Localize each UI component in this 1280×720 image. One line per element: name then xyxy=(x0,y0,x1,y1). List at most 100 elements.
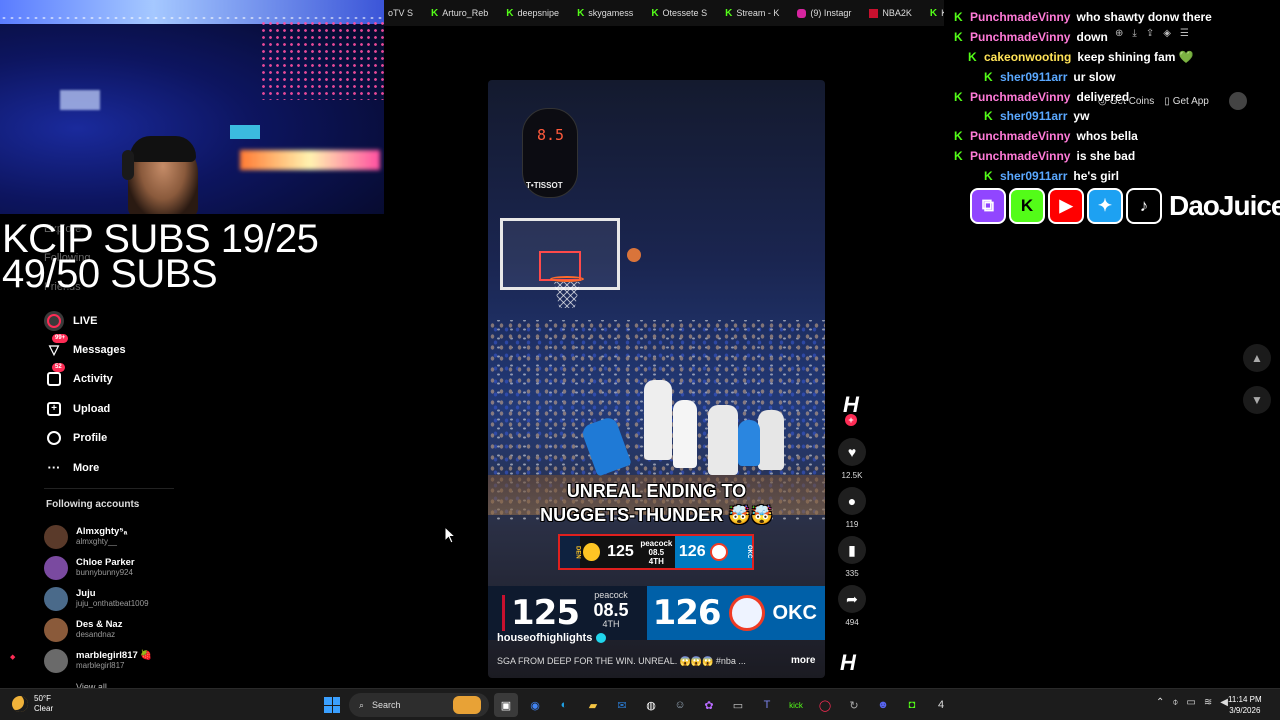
net xyxy=(554,282,580,308)
start-button[interactable] xyxy=(320,693,344,717)
home-score: 125 xyxy=(607,543,634,560)
following-account[interactable]: Des & Naz desandnaz xyxy=(44,614,204,645)
outlook-icon[interactable]: ✉ xyxy=(610,693,634,717)
next-video-button[interactable]: ▼ xyxy=(1243,386,1271,414)
task-view-icon[interactable]: ▣ xyxy=(494,693,518,717)
teams-icon[interactable]: T xyxy=(755,693,779,717)
volume-icon[interactable]: ◀ xyxy=(1220,697,1228,708)
video-player[interactable]: 8.5 T•TISSOT UNREAL ENDING TO NUGGETS-TH… xyxy=(488,80,825,678)
kick-badge-icon: K xyxy=(954,30,963,44)
chat-text: delivered xyxy=(1076,90,1130,104)
bookmark-label: Stream - K xyxy=(736,8,780,18)
taskbar-search[interactable]: ⌕ Search xyxy=(349,693,489,717)
bookmark-item[interactable]: K Otessete S xyxy=(651,8,707,19)
save-button[interactable]: ▮ 335 xyxy=(836,536,868,579)
sidebar-nav: LIVE ▽ 99+ Messages 52 Activity + Upload … xyxy=(44,306,244,482)
sidebar-item-live[interactable]: LIVE xyxy=(44,306,244,335)
bookmark-label: NBA2K xyxy=(882,8,912,18)
away-score-big: 126 xyxy=(652,593,722,633)
following-accounts-title: Following accounts xyxy=(46,499,140,510)
kick-badge-icon: K xyxy=(984,70,993,84)
avatar xyxy=(44,617,68,642)
kick-badge-icon: K xyxy=(968,50,977,64)
clock-time: 08.5 xyxy=(648,547,665,557)
kick-icon: K xyxy=(651,7,659,19)
chat-message: Ksher0911arr he's girl xyxy=(984,169,1119,183)
chevron-up-icon[interactable]: ⌃ xyxy=(1156,697,1164,708)
share-button[interactable]: ➦ 494 xyxy=(836,585,868,628)
more-icon: ··· xyxy=(47,460,61,476)
terminal-icon[interactable]: ▭ xyxy=(726,693,750,717)
clock-date: 3/9/2026 xyxy=(1229,706,1261,715)
edge-icon[interactable]: ◐ xyxy=(552,693,576,717)
sidebar-item-activity[interactable]: 52 Activity xyxy=(44,363,244,394)
display-icon[interactable]: ▭ xyxy=(1186,697,1195,708)
bookmark-label: deepsnipe xyxy=(517,8,560,18)
game-clock: peacock 08.5 4TH xyxy=(638,539,675,566)
creator-avatar[interactable]: H + xyxy=(836,390,866,426)
bookmark-item[interactable]: K Stream - K xyxy=(725,8,779,19)
more-button[interactable]: more xyxy=(791,655,815,666)
chat-text: down xyxy=(1076,30,1108,44)
taskbar-clock[interactable]: 11:14 PM 3/9/2026 xyxy=(1228,694,1262,716)
obs-icon[interactable]: ◍ xyxy=(639,693,663,717)
like-button[interactable]: ♥ 12.5K xyxy=(836,438,868,481)
microphone-icon[interactable]: ⌽ xyxy=(1172,697,1178,708)
following-account[interactable]: Almxghty⁵ₐ almxghty__ xyxy=(44,521,204,552)
kick-badge-icon: K xyxy=(954,129,963,143)
streamer-brand: DaoJuice xyxy=(1169,190,1280,221)
file-explorer-icon[interactable]: ▰ xyxy=(581,693,605,717)
chevron-down-icon: ▼ xyxy=(1251,393,1263,407)
discord-app-icon[interactable]: ☻ xyxy=(871,693,895,717)
chat-username: cakeonwooting xyxy=(984,50,1072,64)
home-team-abbr: DEN xyxy=(560,536,581,568)
nba-icon xyxy=(869,8,879,18)
following-account[interactable]: marblegirl817 🍓 marblegirl817 xyxy=(44,645,204,676)
sidebar-item-messages[interactable]: ▽ 99+ Messages xyxy=(44,334,244,364)
wifi-icon[interactable]: ≋ xyxy=(1204,697,1212,708)
bookmark-item[interactable]: KKick xyxy=(930,8,944,19)
chat-text: who shawty donw there xyxy=(1076,10,1212,24)
weather-widget[interactable]: 50°F Clear xyxy=(12,694,53,714)
kick-app-icon[interactable]: kick xyxy=(784,693,808,717)
chat-username: PunchmadeVinny xyxy=(970,90,1071,104)
kick-icon: K xyxy=(725,7,733,19)
previous-video-button[interactable]: ▲ xyxy=(1243,344,1271,372)
music-disc-icon[interactable]: H xyxy=(840,650,856,676)
comment-button[interactable]: ● 119 xyxy=(836,487,868,530)
away-team-abbr: OKC xyxy=(731,536,752,568)
thunder-logo-icon xyxy=(709,543,728,561)
bookmark-item[interactable]: oTV S xyxy=(384,8,413,18)
sidebar-item-profile[interactable]: Profile xyxy=(44,424,244,453)
game-clock-big: peacock 08.5 4TH xyxy=(584,590,638,630)
away-abbr-big: OKC xyxy=(772,601,817,624)
bookmark-item[interactable]: K Arturo_Reb xyxy=(431,8,488,19)
kick-icon: K xyxy=(577,7,585,19)
streamlabs-icon[interactable]: ◘ xyxy=(900,693,924,717)
avatar xyxy=(44,555,68,580)
player xyxy=(708,405,738,475)
like-count: 12.5K xyxy=(841,471,863,480)
moon-icon xyxy=(12,696,28,712)
chrome-icon[interactable]: ◉ xyxy=(523,693,547,717)
following-account[interactable]: Juju juju_onthatbeat1009 xyxy=(44,583,204,614)
bookmark-item[interactable]: Kskygamess xyxy=(577,8,633,19)
profile-icon xyxy=(44,428,64,448)
bookmark-item[interactable]: NBA2K xyxy=(869,8,912,18)
bookmark-item[interactable]: (9) Instagr xyxy=(797,8,851,18)
video-author[interactable]: houseofhighlights xyxy=(497,632,607,644)
following-account[interactable]: Chloe Parker bunnybunny924 xyxy=(44,552,204,583)
opera-icon[interactable]: ◯ xyxy=(813,693,837,717)
copilot-icon[interactable]: ✿ xyxy=(697,693,721,717)
4k-app-icon[interactable]: 4 xyxy=(929,693,953,717)
follow-plus-icon[interactable]: + xyxy=(845,414,857,426)
comment-icon: ● xyxy=(838,487,866,515)
discord-icon[interactable]: ☺ xyxy=(668,693,692,717)
bookmark-item[interactable]: Kdeepsnipe xyxy=(506,8,559,19)
player xyxy=(644,380,672,460)
sidebar-item-more[interactable]: ··· More xyxy=(44,453,244,482)
share-count: 494 xyxy=(845,618,859,627)
sync-icon[interactable]: ↻ xyxy=(842,693,866,717)
chat-text: keep shining fam 💚 xyxy=(1077,50,1194,64)
sidebar-item-upload[interactable]: + Upload xyxy=(44,394,244,423)
